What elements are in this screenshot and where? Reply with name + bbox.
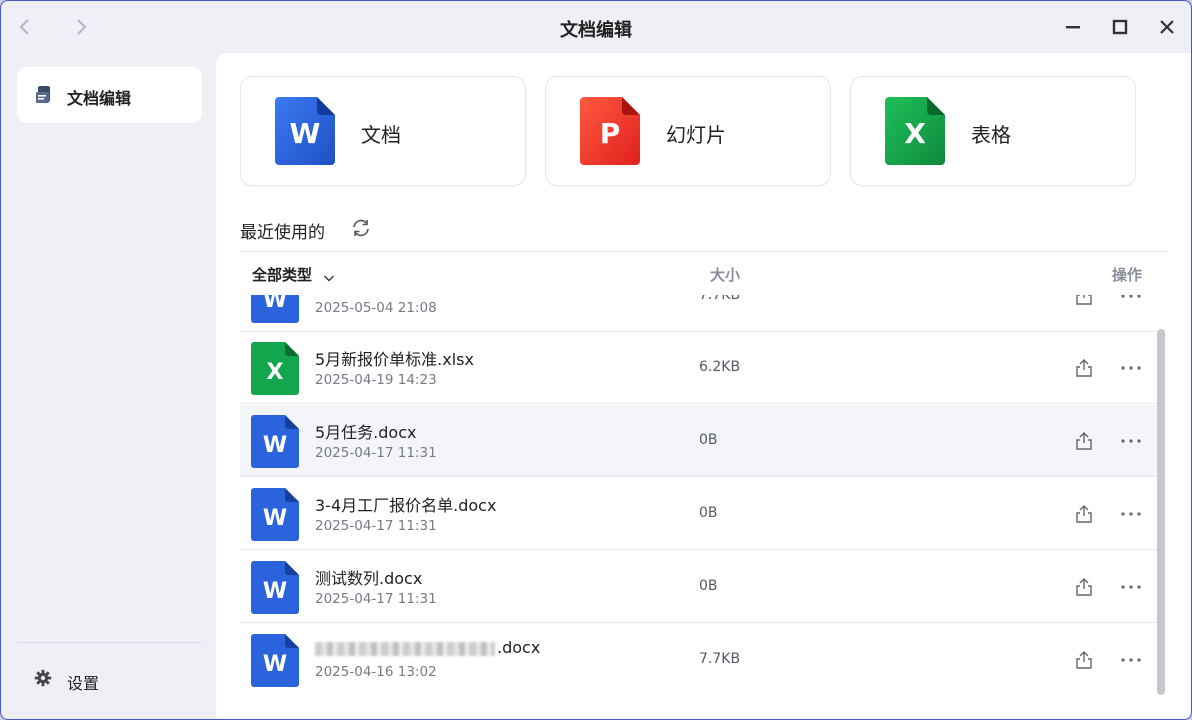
minimize-icon[interactable]: [1061, 15, 1085, 39]
file-extension: .docx: [497, 638, 541, 657]
scrollbar[interactable]: [1157, 295, 1165, 695]
svg-text:X: X: [904, 117, 926, 150]
svg-text:W: W: [263, 433, 287, 458]
new-sheet-card[interactable]: X 表格: [850, 76, 1136, 186]
word-file-icon: W: [251, 634, 299, 687]
share-icon[interactable]: [1074, 295, 1094, 306]
table-row[interactable]: W .docx 2025-04-16 13:02 7.7KB: [240, 624, 1158, 695]
svg-text:W: W: [290, 117, 321, 150]
share-icon[interactable]: [1074, 431, 1094, 451]
share-icon[interactable]: [1074, 650, 1094, 670]
excel-file-icon: X: [251, 342, 299, 395]
file-name: .docx: [315, 638, 540, 657]
scrollbar-thumb[interactable]: [1157, 329, 1165, 695]
card-label-sheet: 表格: [971, 123, 1011, 147]
more-options-icon[interactable]: [1120, 650, 1142, 670]
refresh-icon[interactable]: [350, 217, 372, 239]
new-document-card[interactable]: W 文档: [240, 76, 526, 186]
svg-text:P: P: [600, 117, 621, 150]
card-label-slides: 幻灯片: [666, 123, 726, 147]
share-icon[interactable]: [1074, 358, 1094, 378]
chevron-down-icon: [323, 270, 335, 282]
document-edit-icon: [35, 85, 53, 105]
header-divider: [240, 251, 1168, 252]
svg-text:W: W: [263, 506, 287, 531]
svg-text:W: W: [263, 652, 287, 677]
word-file-icon: W: [251, 488, 299, 541]
new-slides-card[interactable]: P 幻灯片: [545, 76, 831, 186]
share-icon[interactable]: [1074, 577, 1094, 597]
ppt-file-icon: P: [580, 97, 640, 165]
file-name: 3-4月工厂报价名单.docx: [315, 496, 497, 515]
file-date: 2025-04-17 11:31: [315, 518, 437, 534]
file-size: 6.2KB: [699, 359, 741, 375]
file-date: 2025-04-16 13:02: [315, 664, 437, 680]
settings-label: 设置: [67, 674, 100, 693]
file-date: 2025-04-17 11:31: [315, 445, 437, 461]
svg-text:W: W: [263, 295, 287, 313]
table-row[interactable]: W 3-4月工厂报价名单.docx 2025-04-17 11:31 0B: [240, 478, 1158, 550]
file-date: 2025-04-19 14:23: [315, 372, 437, 388]
file-size: 0B: [699, 432, 718, 448]
more-options-icon[interactable]: [1120, 295, 1142, 306]
card-label-document: 文档: [361, 123, 401, 147]
more-options-icon[interactable]: [1120, 504, 1142, 524]
sidebar-divider: [17, 642, 202, 643]
recent-file-list: W 2025-05-04 21:08 7.7KB X 5月新报价单标准.xlsx…: [240, 295, 1168, 695]
file-name: 5月任务.docx: [315, 423, 417, 442]
excel-file-icon: X: [885, 97, 945, 165]
titlebar: 文档编辑: [1, 1, 1191, 53]
window-title: 文档编辑: [560, 20, 632, 41]
maximize-icon[interactable]: [1108, 15, 1132, 39]
word-file-icon: W: [275, 97, 335, 165]
more-options-icon[interactable]: [1120, 577, 1142, 597]
actions-column-header: 操作: [1112, 266, 1143, 284]
svg-text:W: W: [263, 579, 287, 604]
file-size: 0B: [699, 578, 718, 594]
word-file-icon: W: [251, 415, 299, 468]
sidebar: 文档编辑 设置: [1, 53, 216, 719]
file-name: 测试数列.docx: [315, 569, 423, 588]
redacted-text: [315, 641, 495, 656]
file-size: 7.7KB: [699, 651, 741, 667]
type-filter-label: 全部类型: [252, 266, 313, 284]
sidebar-item-document-edit[interactable]: 文档编辑: [17, 67, 202, 123]
word-file-icon: W: [251, 295, 299, 323]
table-row[interactable]: W 5月任务.docx 2025-04-17 11:31 0B: [240, 405, 1158, 477]
recent-title: 最近使用的: [240, 223, 325, 243]
app-window: 文档编辑 文档编辑 设置 W 文档 P 幻灯片 X 表格 最近使用的 全部类型 …: [0, 0, 1192, 720]
share-icon[interactable]: [1074, 504, 1094, 524]
file-name: 5月新报价单标准.xlsx: [315, 350, 474, 369]
type-filter-dropdown[interactable]: 全部类型: [252, 264, 335, 285]
table-row[interactable]: W 测试数列.docx 2025-04-17 11:31 0B: [240, 551, 1158, 623]
main-panel: W 文档 P 幻灯片 X 表格 最近使用的 全部类型 大小 操作 W 2025-…: [216, 53, 1191, 719]
word-file-icon: W: [251, 561, 299, 614]
svg-text:X: X: [267, 360, 284, 385]
size-column-header: 大小: [710, 266, 741, 284]
file-date: 2025-04-17 11:31: [315, 591, 437, 607]
more-options-icon[interactable]: [1120, 431, 1142, 451]
file-date: 2025-05-04 21:08: [315, 300, 437, 316]
more-options-icon[interactable]: [1120, 358, 1142, 378]
table-row[interactable]: X 5月新报价单标准.xlsx 2025-04-19 14:23 6.2KB: [240, 332, 1158, 404]
gear-icon: [34, 669, 52, 687]
table-row[interactable]: W 2025-05-04 21:08 7.7KB: [240, 295, 1158, 332]
close-icon[interactable]: [1155, 15, 1179, 39]
file-size: 7.7KB: [699, 295, 741, 303]
file-size: 0B: [699, 505, 718, 521]
sidebar-item-label: 文档编辑: [67, 89, 132, 108]
sidebar-settings[interactable]: 设置: [17, 659, 202, 699]
